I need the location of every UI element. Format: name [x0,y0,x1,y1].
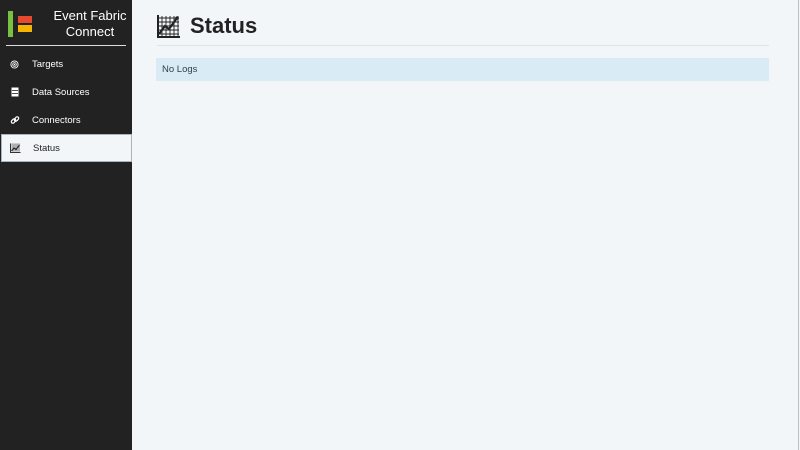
page-header: Status [157,10,769,46]
sidebar-nav: Targets Data Sources Connectors Status [0,50,132,162]
sidebar-item-connectors[interactable]: Connectors [0,106,132,134]
brand[interactable]: Event Fabric Connect [6,0,126,46]
app-logo [8,11,34,37]
main-content: Status No Logs [132,0,799,450]
sidebar-item-status[interactable]: Status [1,134,132,162]
sidebar-item-label: Data Sources [32,86,90,98]
chart-icon [10,143,21,154]
info-alert: No Logs [156,58,769,81]
chart-icon [157,14,181,38]
link-icon [9,115,20,126]
sidebar-item-targets[interactable]: Targets [0,50,132,78]
database-icon [9,87,20,98]
page-title: Status [190,12,258,38]
sidebar-item-data-sources[interactable]: Data Sources [0,78,132,106]
sidebar-item-label: Connectors [32,114,81,126]
sidebar-item-label: Targets [32,58,64,70]
sidebar-item-label: Status [33,142,60,154]
alert-text: No Logs [162,64,198,75]
sidebar: Event Fabric Connect Targets Data Source… [0,0,132,450]
app-title: Event Fabric Connect [53,8,127,39]
target-icon [9,59,20,70]
